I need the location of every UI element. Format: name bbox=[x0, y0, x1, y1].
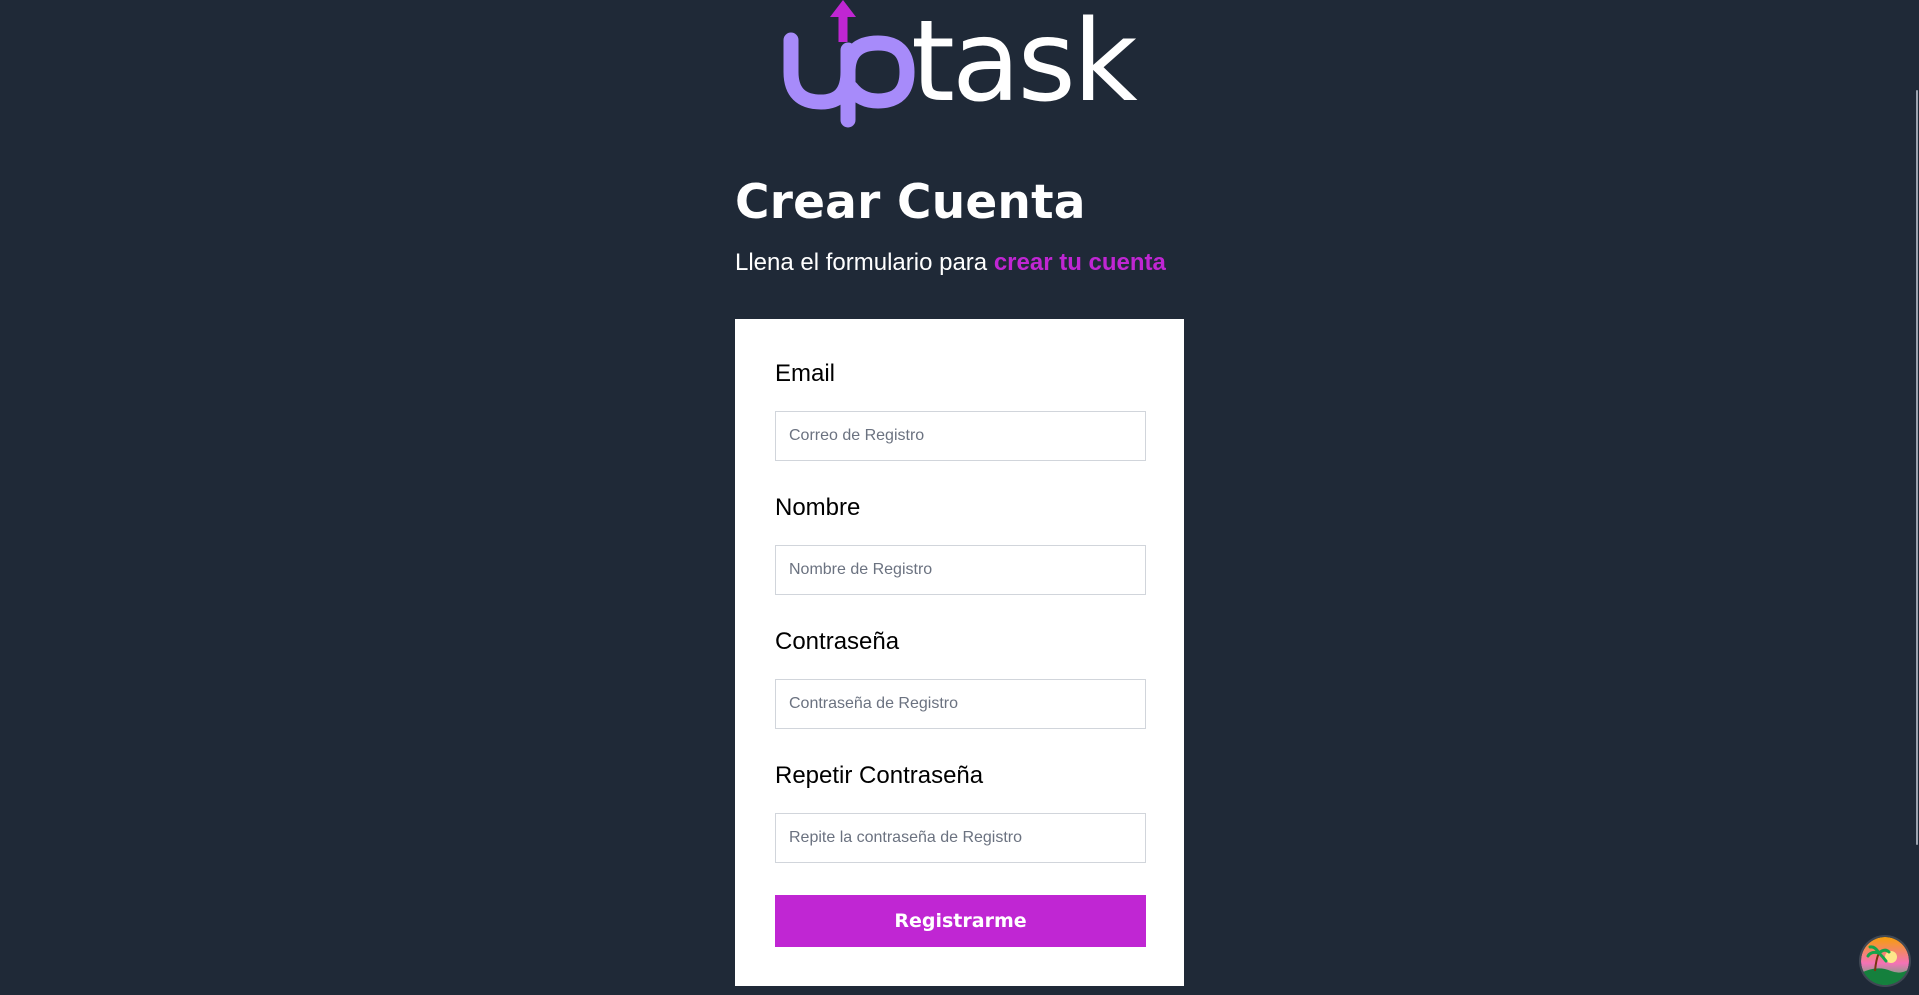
page-subtitle: Llena el formulario para crear tu cuenta bbox=[735, 249, 1166, 277]
name-label: Nombre bbox=[775, 494, 861, 521]
email-field[interactable] bbox=[775, 411, 1146, 461]
repeat-password-field[interactable] bbox=[775, 813, 1146, 863]
logo-p-shape bbox=[840, 35, 915, 109]
logo-arrow-head bbox=[830, 0, 856, 17]
password-field[interactable] bbox=[775, 679, 1146, 729]
subtitle-accent: crear tu cuenta bbox=[993, 249, 1166, 276]
register-button[interactable]: Registrarme bbox=[775, 895, 1146, 947]
page-title: Crear Cuenta bbox=[735, 175, 1086, 230]
scrollbar[interactable] bbox=[1915, 0, 1919, 995]
register-form: Email Nombre Contraseña Repetir Contrase… bbox=[735, 319, 1184, 986]
repeat-password-label: Repetir Contraseña bbox=[775, 762, 984, 789]
name-field[interactable] bbox=[775, 545, 1146, 595]
logo-u-shape bbox=[783, 32, 856, 110]
page: task Crear Cuenta Llena el formulario pa… bbox=[0, 0, 1919, 995]
profile-avatar-icon[interactable] bbox=[1861, 937, 1909, 985]
email-label: Email bbox=[775, 360, 836, 387]
scrollbar-thumb[interactable] bbox=[1916, 90, 1918, 845]
uptask-logo: task bbox=[783, 0, 1141, 128]
logo-task-text: task bbox=[911, 0, 1138, 127]
subtitle-text: Llena el formulario para bbox=[735, 249, 994, 276]
password-label: Contraseña bbox=[775, 628, 900, 655]
